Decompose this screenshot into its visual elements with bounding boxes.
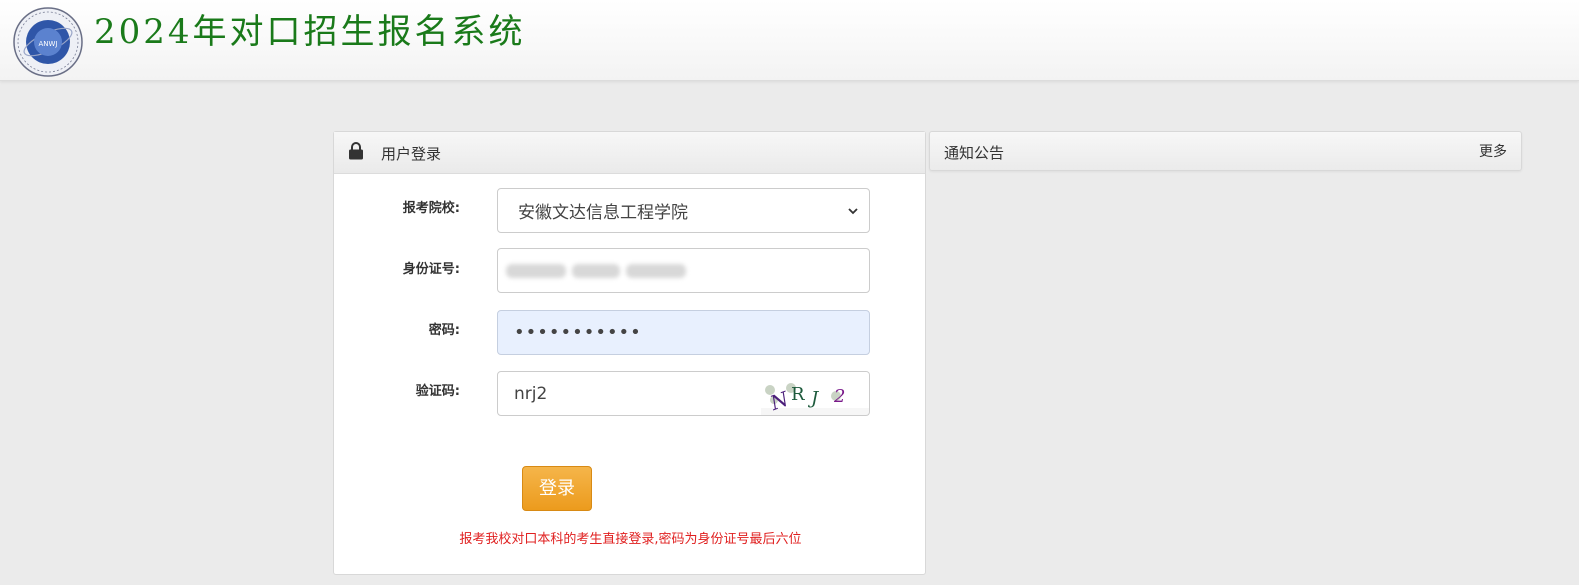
captcha-label: 验证码:	[415, 384, 460, 399]
redacted-block	[506, 263, 566, 278]
site-header: ANWJ 2024年对口招生报名系统	[0, 0, 1579, 81]
id-number-input[interactable]	[497, 248, 870, 293]
notice-panel: 通知公告 更多	[929, 131, 1522, 171]
lock-icon	[349, 142, 363, 160]
school-select-value: 安徽文达信息工程学院	[518, 203, 688, 223]
school-select[interactable]: 安徽文达信息工程学院	[497, 188, 870, 233]
page-title: 2024年对口招生报名系统	[94, 12, 526, 52]
captcha-image-graphic: N R J 2	[761, 372, 869, 415]
login-panel-title: 用户登录	[381, 145, 442, 163]
password-input[interactable]: •••••••••••	[497, 310, 870, 355]
password-label: 密码:	[428, 323, 460, 338]
school-logo-icon: ANWJ	[13, 7, 83, 77]
captcha-char: R	[791, 384, 805, 405]
login-button[interactable]: 登录	[522, 466, 592, 511]
notice-title: 通知公告	[944, 144, 1005, 162]
logo-text: ANWJ	[38, 40, 57, 48]
more-link[interactable]: 更多	[1479, 141, 1507, 161]
captcha-input[interactable]: nrj2	[497, 371, 762, 416]
captcha-image[interactable]: N R J 2	[761, 371, 870, 416]
school-label: 报考院校:	[402, 201, 460, 216]
login-panel: 用户登录 报考院校: 安徽文达信息工程学院 身份证号: 密码: ••••••••…	[333, 131, 926, 575]
redacted-block	[572, 263, 620, 278]
captcha-char: 2	[833, 386, 845, 407]
id-label: 身份证号:	[402, 262, 460, 277]
login-panel-header: 用户登录	[334, 132, 925, 174]
redacted-block	[626, 263, 686, 278]
login-hint: 报考我校对口本科的考生直接登录,密码为身份证号最后六位	[459, 532, 802, 547]
chevron-down-icon	[848, 207, 858, 214]
